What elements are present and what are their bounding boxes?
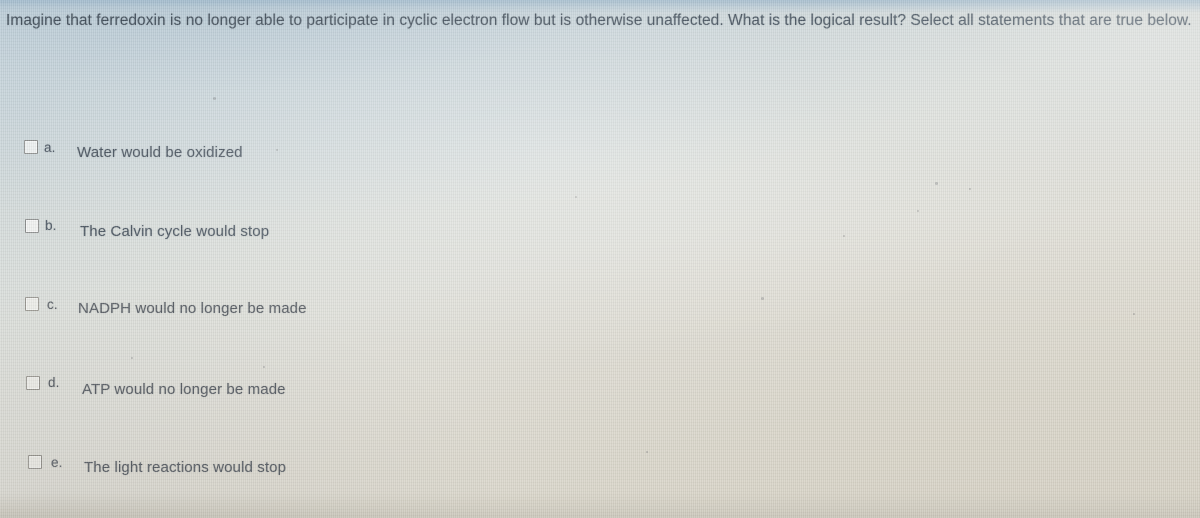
dust-speck — [646, 451, 648, 453]
dust-speck — [935, 182, 938, 185]
dust-speck — [213, 97, 216, 100]
option-letter-a: a. — [44, 140, 56, 155]
screen-bottom-edge-band — [0, 492, 1200, 518]
quiz-question-screen: Imagine that ferredoxin is no longer abl… — [0, 0, 1200, 518]
option-letter-c: c. — [47, 297, 58, 312]
option-letter-e: e. — [51, 455, 63, 470]
option-text-b[interactable]: The Calvin cycle would stop — [80, 223, 269, 240]
dust-speck — [263, 366, 265, 368]
dust-speck — [575, 196, 577, 198]
unchecked-checkbox-icon-a[interactable] — [24, 140, 38, 154]
dust-speck — [917, 210, 919, 212]
question-prompt: Imagine that ferredoxin is no longer abl… — [6, 12, 1192, 29]
dust-speck — [843, 235, 845, 237]
screen-moire-texture — [0, 0, 1200, 518]
dust-speck — [276, 149, 278, 151]
dust-speck — [131, 357, 133, 359]
unchecked-checkbox-icon-c[interactable] — [25, 297, 39, 311]
unchecked-checkbox-icon-d[interactable] — [26, 376, 40, 390]
dust-speck — [761, 297, 764, 300]
option-text-d[interactable]: ATP would no longer be made — [82, 381, 286, 398]
option-text-a[interactable]: Water would be oxidized — [77, 144, 243, 161]
dust-speck — [1133, 313, 1135, 315]
option-text-c[interactable]: NADPH would no longer be made — [78, 300, 307, 317]
unchecked-checkbox-icon-b[interactable] — [25, 219, 39, 233]
unchecked-checkbox-icon-e[interactable] — [28, 455, 42, 469]
option-letter-d: d. — [48, 375, 60, 390]
option-text-e[interactable]: The light reactions would stop — [84, 459, 286, 476]
screen-glare-overlay — [0, 0, 1200, 518]
dust-speck — [969, 188, 971, 190]
option-letter-b: b. — [45, 218, 57, 233]
